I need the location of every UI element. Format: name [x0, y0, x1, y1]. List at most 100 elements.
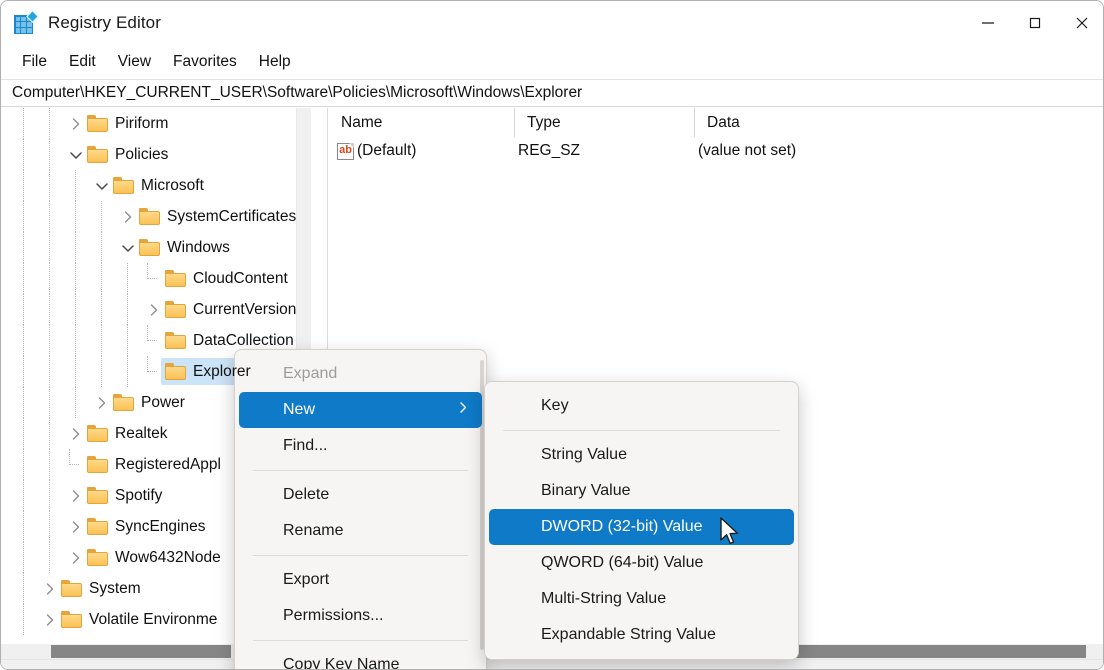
chevron-right-icon[interactable] — [13, 635, 35, 638]
tree-item-label: CurrentVersion — [193, 301, 296, 319]
menu-edit[interactable]: Edit — [58, 50, 107, 74]
menu-help[interactable]: Help — [248, 50, 302, 74]
tree-spacer — [143, 263, 165, 294]
column-header-type[interactable]: Type — [514, 108, 694, 137]
tree-guide-line — [49, 139, 50, 170]
menu-item-rename[interactable]: Rename — [239, 513, 482, 549]
tree-item-microsoft[interactable]: Microsoft — [1, 170, 312, 201]
chevron-right-icon[interactable] — [65, 480, 87, 511]
menu-item-export[interactable]: Export — [239, 562, 482, 598]
tree-guide-line — [49, 232, 50, 263]
menu-item-find[interactable]: Find... — [239, 428, 482, 464]
chevron-right-icon[interactable] — [117, 201, 139, 232]
tree-item-label: Wow6432Node — [115, 549, 221, 567]
menu-item-label: Multi-String Value — [541, 590, 666, 608]
tree-spacer — [65, 449, 87, 480]
menu-item-label: String Value — [541, 446, 627, 464]
folder-icon — [87, 146, 108, 163]
minimize-button[interactable] — [964, 1, 1011, 45]
registry-editor-window: Registry Editor File Edit View Favorites… — [0, 0, 1104, 670]
tree-guide-line — [49, 511, 50, 542]
tree-guide-line — [101, 294, 102, 325]
tree-guide-line — [127, 356, 128, 387]
menu-item-key[interactable]: Key — [489, 388, 794, 424]
tree-item-cloudcontent[interactable]: CloudContent — [1, 263, 312, 294]
menu-item-label: Export — [283, 571, 329, 589]
menu-item-string-value[interactable]: String Value — [489, 437, 794, 473]
tree-guide-line — [127, 263, 128, 294]
tree-guide-line — [75, 294, 76, 325]
tree-guide-line — [49, 480, 50, 511]
address-bar[interactable]: Computer\HKEY_CURRENT_USER\Software\Poli… — [1, 79, 1104, 107]
chevron-right-icon[interactable] — [39, 604, 61, 635]
tree-guide-line — [75, 263, 76, 294]
chevron-down-icon[interactable] — [91, 170, 113, 201]
folder-icon — [165, 363, 186, 380]
tree-guide-line — [49, 201, 50, 232]
tree-item-currentversion[interactable]: CurrentVersion — [1, 294, 312, 325]
column-header-data[interactable]: Data — [694, 108, 1104, 137]
tree-guide-line — [23, 294, 24, 325]
tree-guide-line — [49, 418, 50, 449]
chevron-down-icon[interactable] — [117, 232, 139, 263]
tree-item-systemcertificates[interactable]: SystemCertificates — [1, 201, 312, 232]
tree-guide-line — [75, 170, 76, 201]
menu-item-delete[interactable]: Delete — [239, 477, 482, 513]
menu-item-expandable-string-value[interactable]: Expandable String Value — [489, 617, 794, 653]
menu-item-multi-string-value[interactable]: Multi-String Value — [489, 581, 794, 617]
tree-guide-line — [23, 542, 24, 573]
tree-guide-line — [23, 480, 24, 511]
menu-item-qword-64-bit-value[interactable]: QWORD (64-bit) Value — [489, 545, 794, 581]
tree-item-piriform[interactable]: Piriform — [1, 108, 312, 139]
chevron-right-icon[interactable] — [65, 418, 87, 449]
tree-item-label: Volatile Environme — [89, 611, 217, 629]
tree-guide-line — [23, 449, 24, 480]
menu-item-new[interactable]: New — [239, 392, 482, 428]
chevron-right-icon[interactable] — [143, 294, 165, 325]
tree-guide-line — [101, 232, 102, 263]
menu-item-permissions[interactable]: Permissions... — [239, 598, 482, 634]
folder-icon — [113, 394, 134, 411]
tree-guide-line — [23, 263, 24, 294]
chevron-right-icon — [459, 401, 468, 419]
menu-item-binary-value[interactable]: Binary Value — [489, 473, 794, 509]
tree-item-windows[interactable]: Windows — [1, 232, 312, 263]
chevron-down-icon[interactable] — [65, 139, 87, 170]
maximize-button[interactable] — [1011, 1, 1058, 45]
tree-guide-line — [23, 573, 24, 604]
tree-guide-line — [127, 325, 128, 356]
tree-guide-line — [101, 356, 102, 387]
tree-hscroll-thumb[interactable] — [51, 645, 231, 658]
table-row[interactable]: ab (Default) REG_SZ (value not set) — [328, 137, 1104, 165]
tree-guide-line — [75, 201, 76, 232]
folder-icon — [61, 580, 82, 597]
tree-guide-line — [23, 418, 24, 449]
menu-favorites[interactable]: Favorites — [162, 50, 248, 74]
folder-icon — [165, 332, 186, 349]
tree-guide-line — [23, 511, 24, 542]
chevron-right-icon[interactable] — [91, 387, 113, 418]
chevron-right-icon[interactable] — [39, 573, 61, 604]
tree-item-label: Explorer — [193, 363, 251, 381]
chevron-right-icon[interactable] — [65, 511, 87, 542]
chevron-right-icon[interactable] — [65, 108, 87, 139]
new-submenu: Key String Value Binary Value DWORD (32-bit… — [484, 381, 799, 660]
folder-icon — [87, 425, 108, 442]
close-button[interactable] — [1058, 1, 1104, 45]
tree-guide-line — [49, 387, 50, 418]
menu-item-dword-32-bit-value[interactable]: DWORD (32-bit) Value — [489, 509, 794, 545]
column-header-name[interactable]: Name — [328, 108, 514, 137]
tree-guide-line — [75, 387, 76, 418]
folder-icon — [139, 208, 160, 225]
menu-item-label: Binary Value — [541, 482, 631, 500]
menu-item-copy-key-name[interactable]: Copy Key Name — [239, 647, 482, 670]
folder-icon — [87, 115, 108, 132]
chevron-right-icon[interactable] — [65, 542, 87, 573]
bottom-strip — [1, 659, 1104, 670]
tree-item-label: SyncEngines — [115, 518, 205, 536]
menu-view[interactable]: View — [107, 50, 162, 74]
tree-guide-line — [49, 170, 50, 201]
tree-item-policies[interactable]: Policies — [1, 139, 312, 170]
menu-file[interactable]: File — [11, 50, 58, 74]
menu-item-expand: Expand — [239, 356, 482, 392]
